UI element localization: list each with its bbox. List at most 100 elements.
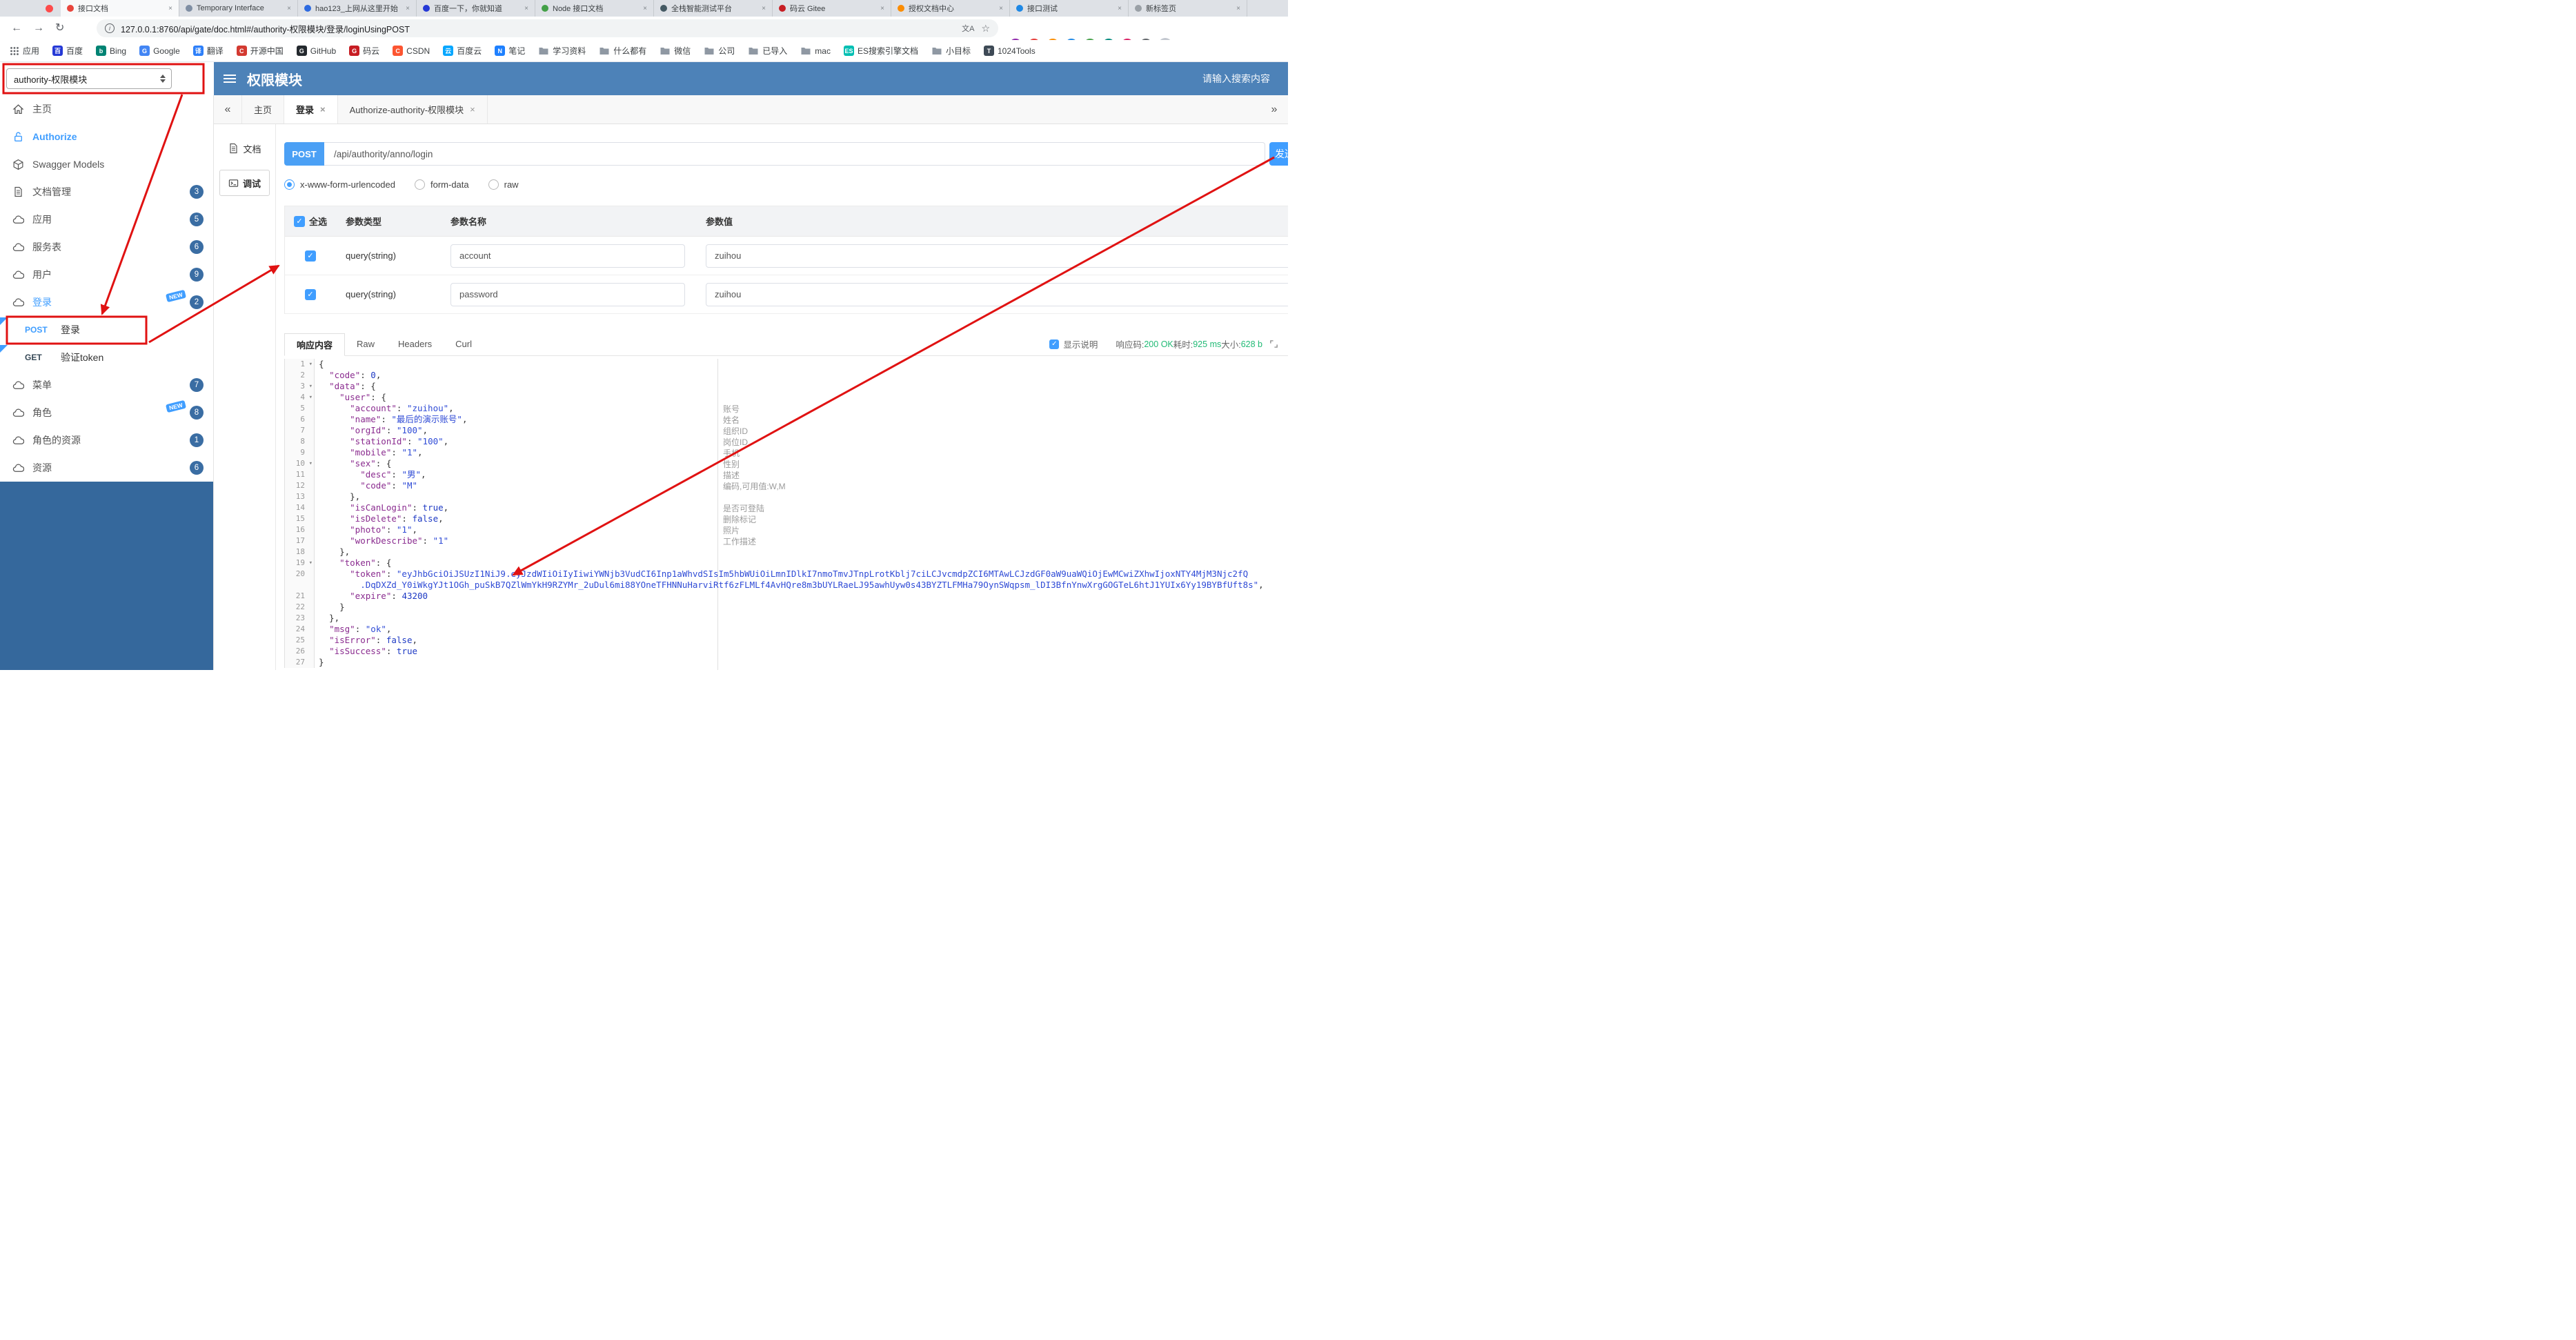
browser-tab[interactable]: 百度一下，你就知道 × — [417, 0, 535, 17]
show-desc-checkbox[interactable] — [1049, 339, 1060, 349]
fold-toggle-icon[interactable] — [309, 392, 313, 403]
sidebar-item-authorize[interactable]: Authorize — [0, 123, 213, 150]
bookmark-item[interactable]: G 码云 — [349, 45, 379, 57]
content-type-option[interactable]: x-www-form-urlencoded — [284, 179, 395, 190]
bookmark-item[interactable]: 学习资料 — [538, 45, 586, 57]
param-value-input[interactable]: zuihou — [706, 244, 1288, 268]
sidebar-item-verify-token-get[interactable]: GET 验证token — [0, 344, 213, 371]
bookmark-item[interactable]: b Bing — [96, 46, 126, 56]
sidebar-item-user[interactable]: 用户 9 — [0, 261, 213, 288]
tab-close-icon[interactable]: × — [320, 104, 326, 115]
browser-tab[interactable]: hao123_上网从这里开始 × — [298, 0, 417, 17]
rail-item-调试[interactable]: 调试 — [219, 170, 270, 196]
tabs-expand-icon[interactable]: » — [1260, 95, 1288, 124]
content-tab[interactable]: Authorize-authority-权限模块 × — [338, 95, 488, 124]
bookmark-item[interactable]: G Google — [139, 46, 180, 56]
rail-item-文档[interactable]: 文档 — [219, 135, 270, 161]
sidebar-item-role[interactable]: 角色 NEW 8 — [0, 399, 213, 426]
menu-toggle-icon[interactable] — [224, 75, 236, 83]
row-checkbox[interactable] — [305, 288, 316, 300]
tab-close-icon[interactable]: × — [287, 5, 291, 12]
sidebar-item-login-post[interactable]: POST 登录 — [0, 316, 213, 344]
address-bar[interactable]: i 127.0.0.1:8760/api/gate/doc.html#/auth… — [97, 19, 998, 37]
browser-tab[interactable]: 码云 Gitee × — [773, 0, 891, 17]
module-select[interactable]: authority-权限模块 — [6, 68, 172, 89]
fold-toggle-icon[interactable] — [309, 558, 313, 569]
bookmark-item[interactable]: 什么都有 — [599, 45, 646, 57]
send-button[interactable]: 发送 — [1269, 142, 1288, 166]
sidebar-item-menu[interactable]: 菜单 7 — [0, 371, 213, 399]
bookmark-star-icon[interactable]: ☆ — [981, 23, 990, 35]
back-button[interactable]: ← — [11, 23, 22, 34]
response-tab-响应内容[interactable]: 响应内容 — [284, 333, 346, 356]
select-all-checkbox[interactable] — [293, 215, 305, 227]
forward-button[interactable]: → — [33, 23, 44, 34]
bookmark-item[interactable]: 云百度云 — [443, 45, 482, 57]
radio-icon[interactable] — [284, 179, 295, 190]
sidebar-item-role-resource[interactable]: 角色的资源 1 — [0, 426, 213, 454]
reload-button[interactable]: ↻ — [55, 23, 64, 34]
param-name-input[interactable]: account — [450, 244, 685, 268]
bookmark-item[interactable]: T 1024Tools — [984, 46, 1036, 56]
tab-close-icon[interactable]: × — [470, 104, 475, 115]
response-tab-Raw[interactable]: Raw — [345, 333, 386, 355]
sidebar-item-service-table[interactable]: 服务表 6 — [0, 233, 213, 261]
bookmark-item[interactable]: G GitHub — [296, 46, 336, 56]
bookmark-item[interactable]: 应用 — [10, 45, 39, 57]
sidebar-item-app[interactable]: 应用 5 — [0, 206, 213, 233]
tab-close-icon[interactable]: × — [880, 5, 884, 12]
browser-tab[interactable]: 授权文档中心 × — [891, 0, 1010, 17]
bookmark-item[interactable]: 已导入 — [748, 45, 787, 57]
fold-toggle-icon[interactable] — [309, 381, 313, 392]
tabs-collapse-icon[interactable]: « — [214, 95, 241, 124]
tab-close-icon[interactable]: × — [999, 5, 1003, 12]
translate-icon[interactable]: 文A — [962, 23, 974, 34]
sidebar-item-swagger-models[interactable]: Swagger Models — [0, 150, 213, 178]
fullscreen-icon[interactable] — [1269, 339, 1278, 348]
sidebar-item-home[interactable]: 主页 — [0, 95, 213, 123]
tab-close-icon[interactable]: × — [168, 5, 172, 12]
browser-tab[interactable]: Temporary Interface × — [179, 0, 298, 17]
browser-tab[interactable]: 接口文档 × — [61, 0, 179, 17]
tab-close-icon[interactable]: × — [1236, 5, 1240, 12]
tab-close-icon[interactable]: × — [524, 5, 528, 12]
sidebar-item-resource[interactable]: 资源 6 — [0, 454, 213, 482]
tab-close-icon[interactable]: × — [1118, 5, 1122, 12]
radio-icon[interactable] — [414, 179, 425, 190]
param-value-input[interactable]: zuihou — [706, 282, 1288, 306]
browser-tab[interactable]: 新标签页 × — [1129, 0, 1247, 17]
fold-toggle-icon[interactable] — [309, 359, 313, 370]
bookmark-item[interactable]: 微信 — [660, 45, 691, 57]
response-tab-Curl[interactable]: Curl — [444, 333, 484, 355]
browser-tab[interactable]: 全栈智能测试平台 × — [654, 0, 773, 17]
bookmark-item[interactable]: C CSDN — [393, 46, 430, 56]
browser-tab[interactable]: Node 接口文档 × — [535, 0, 654, 17]
row-checkbox[interactable] — [305, 250, 316, 262]
param-name-input[interactable]: password — [450, 282, 685, 306]
tab-close-icon[interactable]: × — [762, 5, 766, 12]
site-info-icon[interactable]: i — [105, 23, 115, 33]
fold-toggle-icon[interactable] — [309, 458, 313, 469]
api-path-field[interactable]: /api/authority/anno/login — [324, 142, 1265, 166]
bookmark-item[interactable]: 百百度 — [52, 45, 83, 57]
bookmark-item[interactable]: ES ES搜索引擎文档 — [843, 45, 918, 57]
bookmark-item[interactable]: mac — [800, 46, 831, 56]
select-spinner-icon[interactable] — [157, 70, 168, 87]
sidebar-item-login[interactable]: 登录 NEW 2 — [0, 288, 213, 316]
radio-icon[interactable] — [488, 179, 499, 190]
content-type-option[interactable]: form-data — [414, 179, 469, 190]
bookmark-item[interactable]: 译翻译 — [192, 45, 224, 57]
content-tab[interactable]: 登录 × — [284, 95, 338, 124]
bookmark-item[interactable]: 小目标 — [931, 45, 971, 57]
browser-tab[interactable]: 接口测试 × — [1010, 0, 1129, 17]
bookmark-item[interactable]: 公司 — [704, 45, 735, 57]
content-tab[interactable]: 主页 — [241, 95, 285, 124]
bookmark-item[interactable]: N 笔记 — [495, 45, 525, 57]
response-tab-Headers[interactable]: Headers — [386, 333, 444, 355]
window-close-button[interactable] — [46, 5, 53, 12]
tab-close-icon[interactable]: × — [406, 5, 410, 12]
bookmark-item[interactable]: C 开源中国 — [236, 45, 284, 57]
content-type-option[interactable]: raw — [488, 179, 519, 190]
search-input[interactable] — [1160, 73, 1270, 84]
sidebar-item-doc-manage[interactable]: 文档管理 3 — [0, 178, 213, 206]
